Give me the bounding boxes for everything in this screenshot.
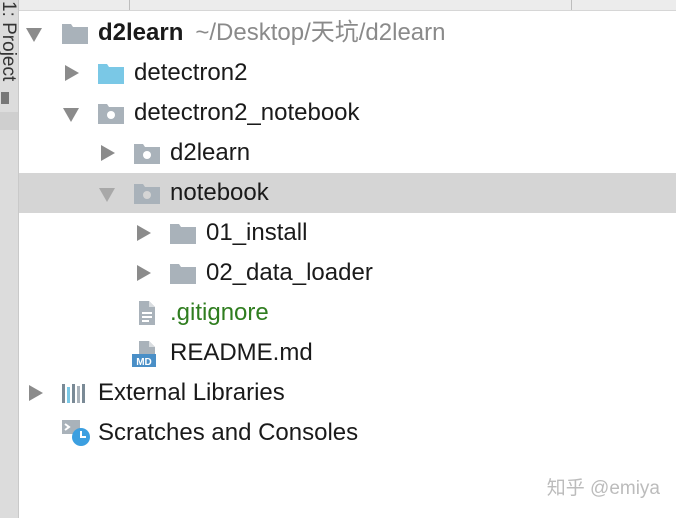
external-libraries-label: External Libraries [98, 379, 285, 406]
tree-row-notebook[interactable]: notebook [19, 173, 676, 213]
tree-row-detectron2-notebook[interactable]: detectron2_notebook [19, 93, 676, 133]
collapse-arrow-icon[interactable] [137, 225, 151, 241]
tree-row-readme[interactable]: MD README.md [19, 333, 676, 373]
folder-icon [62, 24, 88, 44]
tree-row-external-libraries[interactable]: External Libraries [19, 373, 676, 413]
side-tab-band [0, 112, 18, 130]
scratches-icon [62, 420, 90, 446]
module-folder-icon [134, 184, 160, 204]
folder-blue-icon [98, 64, 124, 84]
tree-root-path: ~/Desktop/天坑/d2learn [195, 19, 446, 46]
tree-row-gitignore[interactable]: .gitignore [19, 293, 676, 333]
svg-text:MD: MD [136, 357, 152, 368]
project-tree: d2learn ~/Desktop/天坑/d2learn detectron2 d… [19, 13, 676, 453]
collapse-arrow-icon[interactable] [65, 65, 79, 81]
tree-row-d2learn[interactable]: d2learn [19, 133, 676, 173]
collapse-arrow-icon[interactable] [137, 265, 151, 281]
expand-arrow-icon[interactable] [63, 108, 79, 122]
watermark: 知乎 @emiya [546, 478, 660, 499]
header-separator [571, 0, 572, 10]
header-separator [129, 0, 130, 10]
folder-icon [170, 224, 196, 244]
tree-root-label: d2learn [98, 19, 184, 46]
tree-item-label: README.md [170, 339, 313, 366]
collapse-arrow-icon[interactable] [101, 145, 115, 161]
tree-item-label: d2learn [170, 139, 251, 166]
markdown-file-icon: MD [132, 341, 156, 368]
project-side-tab-strip[interactable]: 1: Project [0, 0, 19, 518]
expand-arrow-icon[interactable] [26, 28, 42, 42]
tree-row-01-install[interactable]: 01_install [19, 213, 676, 253]
tool-window-header [19, 0, 676, 11]
module-folder-icon [134, 144, 160, 164]
tree-row-detectron2[interactable]: detectron2 [19, 53, 676, 93]
folder-icon [170, 264, 196, 284]
tree-item-label: .gitignore [170, 299, 269, 326]
tree-row-02-data-loader[interactable]: 02_data_loader [19, 253, 676, 293]
root-label-wrap: d2learn ~/Desktop/天坑/d2learn [98, 13, 446, 53]
project-tool-window: 1: Project d2learn ~/Desktop/天坑/d2learn d… [0, 0, 676, 518]
tree-item-label: notebook [170, 179, 269, 206]
tree-item-label: 01_install [206, 219, 308, 246]
tree-row-root[interactable]: d2learn ~/Desktop/天坑/d2learn [19, 13, 676, 53]
text-file-icon [139, 301, 155, 325]
collapse-arrow-icon[interactable] [29, 385, 43, 401]
project-side-tab-label[interactable]: 1: Project [0, 1, 19, 81]
scratches-label: Scratches and Consoles [98, 419, 359, 446]
tree-item-label: detectron2_notebook [134, 99, 360, 126]
tree-item-label: 02_data_loader [206, 259, 373, 286]
expand-arrow-icon[interactable] [99, 188, 115, 202]
tree-row-scratches[interactable]: Scratches and Consoles [19, 413, 676, 453]
side-tab-marker [1, 92, 9, 104]
libraries-icon [62, 384, 85, 403]
module-folder-icon [98, 104, 124, 124]
tree-item-label: detectron2 [134, 59, 248, 86]
